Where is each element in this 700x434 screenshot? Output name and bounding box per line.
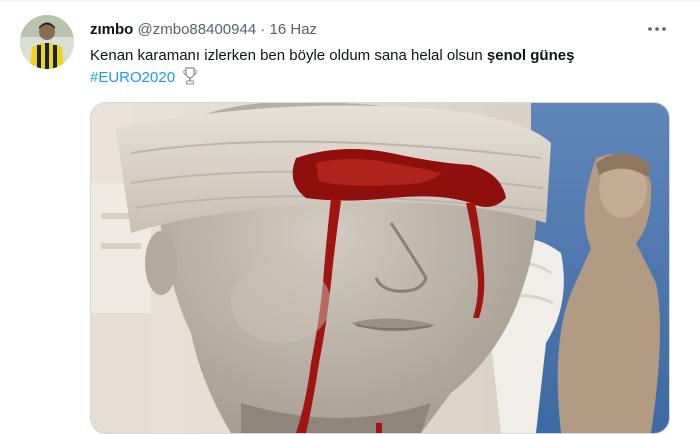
user-handle[interactable]: @zmbo88400944 — [138, 21, 257, 38]
statue-photo — [91, 103, 669, 433]
tweet-date[interactable]: 16 Haz — [270, 21, 318, 38]
avatar[interactable] — [20, 15, 74, 69]
display-name[interactable]: zımbo — [90, 21, 133, 38]
avatar-image — [20, 15, 74, 69]
tweet-text-bold: şenol güneş — [486, 47, 575, 64]
tweet-text: Kenan karamanı izlerken ben böyle oldum … — [90, 45, 680, 89]
trophy-icon — [183, 67, 197, 85]
tweet-text-plain: Kenan karamanı izlerken ben böyle oldum … — [90, 47, 487, 64]
tweet-card[interactable]: zımbo @zmbo88400944 · 16 Haz Kenan karam… — [0, 0, 700, 434]
tweet-media-photo[interactable] — [90, 102, 670, 434]
hashtag-link[interactable]: #EURO2020 — [90, 69, 175, 86]
more-dots-icon — [648, 27, 666, 31]
tweet-header: zımbo @zmbo88400944 · 16 Haz — [90, 20, 317, 40]
more-options-button[interactable] — [646, 19, 668, 39]
separator: · — [260, 21, 266, 38]
